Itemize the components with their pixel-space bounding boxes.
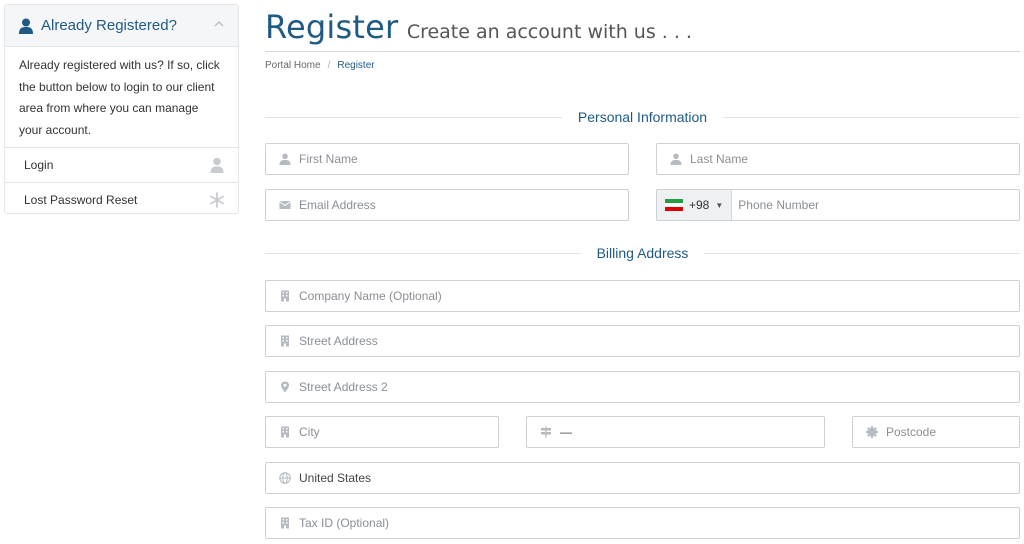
street-address-2-input[interactable] bbox=[299, 372, 1019, 402]
panel-title: Already Registered? bbox=[41, 17, 177, 34]
certificate-icon bbox=[866, 426, 878, 438]
state-field[interactable]: — bbox=[526, 416, 825, 448]
user-icon bbox=[279, 153, 291, 165]
last-name-input[interactable] bbox=[690, 144, 1019, 174]
section-title: Billing Address bbox=[596, 245, 689, 261]
building-icon bbox=[281, 335, 289, 347]
city-input[interactable] bbox=[299, 417, 498, 447]
tax-id-input[interactable] bbox=[299, 508, 1019, 538]
country-code: +98 bbox=[689, 198, 710, 212]
asterisk-icon bbox=[210, 192, 224, 208]
user-icon bbox=[210, 157, 224, 173]
caret-down-icon: ▼ bbox=[715, 200, 724, 210]
map-marker-icon bbox=[281, 381, 289, 393]
street-address-input[interactable] bbox=[299, 326, 1019, 356]
divider bbox=[265, 116, 562, 118]
user-icon bbox=[19, 18, 33, 34]
chevron-up-icon[interactable] bbox=[214, 19, 224, 29]
already-registered-panel: Already Registered? Already registered w… bbox=[4, 4, 239, 214]
street-address-2-field[interactable] bbox=[265, 371, 1020, 403]
page-header: Register Create an account with us . . . bbox=[265, 8, 1020, 52]
user-icon bbox=[670, 153, 682, 165]
section-title: Personal Information bbox=[577, 109, 708, 125]
divider bbox=[723, 116, 1020, 118]
last-name-field[interactable] bbox=[656, 143, 1020, 175]
street-address-field[interactable] bbox=[265, 325, 1020, 357]
section-billing-address: Billing Address bbox=[265, 243, 1021, 263]
globe-icon bbox=[279, 472, 291, 484]
page-subtitle: Create an account with us . . . bbox=[406, 21, 692, 43]
state-select-value[interactable]: — bbox=[560, 425, 572, 439]
building-icon bbox=[281, 517, 289, 529]
breadcrumb-current: Register bbox=[337, 60, 375, 71]
page-title: Register bbox=[265, 8, 399, 46]
first-name-field[interactable] bbox=[265, 143, 629, 175]
postcode-field[interactable] bbox=[852, 416, 1020, 448]
panel-description: Already registered with us? If so, click… bbox=[19, 58, 220, 137]
divider bbox=[704, 252, 1021, 254]
sidebar-item-label: Lost Password Reset bbox=[24, 193, 138, 207]
divider bbox=[265, 252, 581, 254]
city-field[interactable] bbox=[265, 416, 499, 448]
company-input[interactable] bbox=[299, 281, 1019, 311]
breadcrumb-separator: / bbox=[327, 60, 331, 71]
country-field[interactable]: United States bbox=[265, 462, 1020, 494]
section-personal-information: Personal Information bbox=[265, 107, 1020, 127]
sidebar-item-login[interactable]: Login bbox=[5, 147, 238, 182]
breadcrumb: Portal Home / Register bbox=[265, 60, 375, 71]
tax-id-field[interactable] bbox=[265, 507, 1020, 539]
sidebar-item-label: Login bbox=[24, 158, 54, 172]
breadcrumb-home[interactable]: Portal Home bbox=[265, 60, 321, 71]
phone-field[interactable]: +98 ▼ bbox=[656, 189, 1020, 221]
first-name-input[interactable] bbox=[299, 144, 628, 174]
building-icon bbox=[281, 426, 289, 438]
signpost-icon bbox=[541, 426, 551, 438]
email-field[interactable] bbox=[265, 189, 629, 221]
postcode-input[interactable] bbox=[886, 417, 1019, 447]
panel-header[interactable]: Already Registered? bbox=[5, 5, 238, 47]
country-select-value[interactable]: United States bbox=[299, 471, 371, 485]
iran-flag-icon bbox=[665, 199, 683, 211]
envelope-icon bbox=[279, 201, 291, 209]
company-field[interactable] bbox=[265, 280, 1020, 312]
building-icon bbox=[281, 290, 289, 302]
email-input[interactable] bbox=[299, 190, 628, 220]
country-code-dropdown[interactable]: +98 ▼ bbox=[657, 190, 733, 220]
sidebar-item-lost-password[interactable]: Lost Password Reset bbox=[5, 182, 238, 217]
phone-input[interactable] bbox=[732, 190, 1019, 220]
